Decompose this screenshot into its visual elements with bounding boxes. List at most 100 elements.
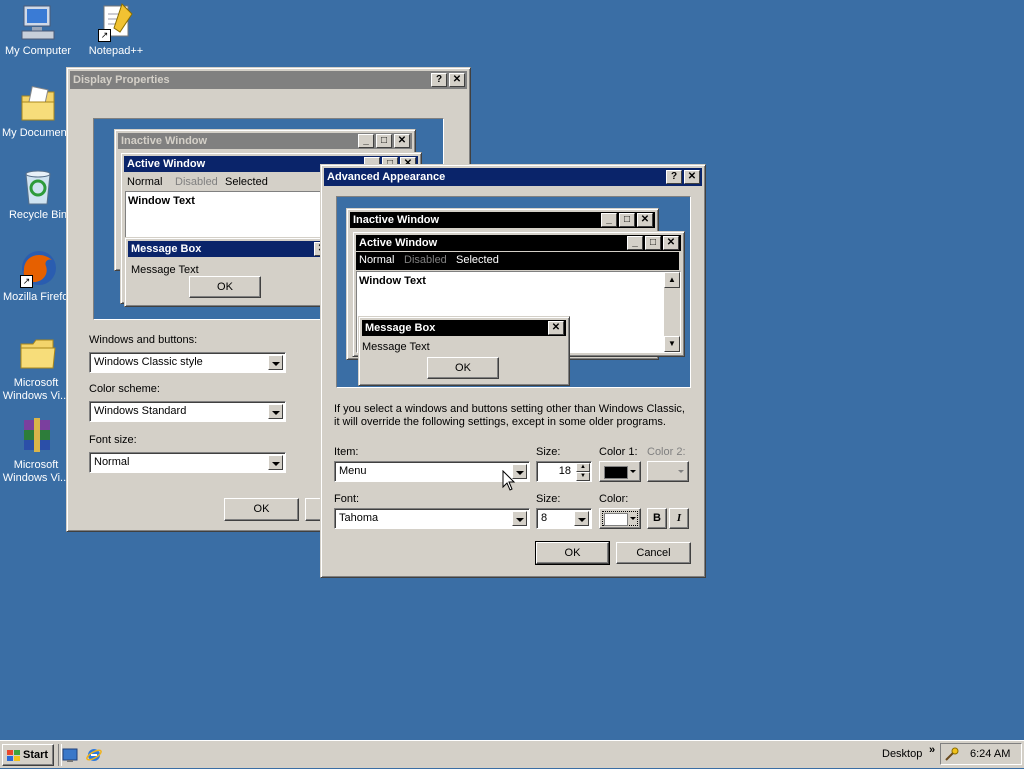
maximize-icon: □: [645, 236, 661, 250]
desktop-icon-my-documents[interactable]: My Documents: [0, 84, 76, 140]
close-icon: ✕: [548, 321, 564, 335]
preview-msgbox-text: Message Text: [362, 341, 430, 353]
notepad-icon: ↗: [96, 2, 136, 42]
preview-msgbox-titlebar: Message Box ✕: [128, 241, 332, 257]
preview-menu-normal: Normal: [127, 176, 163, 188]
chevron-down-icon[interactable]: [512, 511, 527, 526]
font-color-picker[interactable]: [599, 508, 641, 529]
close-button[interactable]: ✕: [684, 170, 700, 184]
item-label: Item:: [334, 446, 359, 458]
windows-buttons-label: Windows and buttons:: [89, 334, 198, 346]
preview-scrollbar: ▲ ▼: [664, 272, 680, 352]
desktop-icon-label: My Computer: [4, 45, 72, 57]
bold-button[interactable]: B: [647, 508, 667, 529]
clock: 6:24 AM: [970, 748, 1011, 760]
font-size-label: Size:: [536, 493, 561, 505]
minimize-icon: _: [358, 134, 374, 148]
item-value: Menu: [339, 465, 367, 477]
preview-active-title: Active Window: [127, 158, 206, 170]
shortcut-arrow-icon: ↗: [20, 275, 33, 288]
help-button[interactable]: ?: [666, 170, 682, 184]
preview-inactive-title: Inactive Window: [353, 214, 440, 226]
preview-msgbox-text: Message Text: [131, 264, 199, 276]
desktop-icon-winrar[interactable]: Microsoft Windows Vi...: [0, 416, 76, 485]
info-text-line1: If you select a windows and buttons sett…: [334, 403, 685, 415]
advanced-preview: Inactive Window _ □ ✕ Active Window _ □ ✕ No…: [336, 196, 691, 388]
color1-label: Color 1:: [599, 446, 638, 458]
item-size-spinner[interactable]: 18 ▲ ▼: [536, 461, 592, 482]
preview-window-text: Window Text: [128, 195, 195, 207]
preview-msgbox-title: Message Box: [365, 322, 436, 334]
font-size-select[interactable]: 8: [536, 508, 592, 529]
chevron-down-icon[interactable]: [268, 355, 283, 370]
start-button[interactable]: Start: [2, 744, 54, 766]
font-size-label: Font size:: [89, 434, 137, 446]
font-value: Tahoma: [339, 512, 379, 524]
spin-up-icon[interactable]: ▲: [576, 463, 590, 472]
chevron-down-icon: [678, 470, 684, 473]
desktop-icon-my-computer[interactable]: My Computer: [0, 2, 76, 58]
desktop-icon-label: Microsoft Windows Vi...: [2, 377, 70, 402]
font-select[interactable]: Tahoma: [334, 508, 530, 529]
advanced-ok-button[interactable]: OK: [535, 541, 610, 565]
color1-swatch: [604, 466, 628, 479]
color2-picker: [647, 461, 689, 482]
desktop-icon-label: Notepad++: [88, 45, 144, 57]
color-scheme-label: Color scheme:: [89, 383, 160, 395]
color-scheme-select[interactable]: Windows Standard: [89, 401, 286, 422]
windows-buttons-value: Windows Classic style: [94, 356, 203, 368]
desktop-icon-label: Microsoft Windows Vi...: [2, 459, 70, 484]
help-button[interactable]: ?: [431, 73, 447, 87]
internet-explorer-icon[interactable]: [86, 747, 102, 763]
item-size-label: Size:: [536, 446, 561, 458]
winrar-icon: [18, 416, 58, 456]
window-title: Display Properties: [73, 74, 170, 86]
firefox-icon: ↗: [18, 248, 58, 288]
desktop-icon-firefox[interactable]: ↗ Mozilla Firefox: [0, 248, 76, 304]
font-size-select[interactable]: Normal: [89, 452, 286, 473]
my-computer-icon: [18, 2, 58, 42]
spin-down-icon[interactable]: ▼: [576, 472, 590, 481]
preview-menu-selected: Selected: [456, 254, 499, 266]
spinner-arrows-icon[interactable]: ▲ ▼: [576, 463, 590, 481]
desktop-icon-folder[interactable]: Microsoft Windows Vi...: [0, 334, 76, 403]
desktop-icon-recycle-bin[interactable]: Recycle Bin: [0, 166, 76, 222]
font-size-value: Normal: [94, 456, 130, 468]
desktop-toolbar-label[interactable]: Desktop: [882, 748, 922, 760]
item-select[interactable]: Menu: [334, 461, 530, 482]
scroll-up-icon: ▲: [664, 272, 680, 288]
advanced-cancel-button[interactable]: Cancel: [616, 542, 691, 564]
close-button[interactable]: ✕: [449, 73, 465, 87]
advanced-appearance-window[interactable]: Advanced Appearance ? ✕ Inactive Window …: [320, 164, 706, 578]
advanced-appearance-titlebar[interactable]: Advanced Appearance ? ✕: [324, 168, 702, 186]
color1-picker[interactable]: [599, 461, 641, 482]
toolbar-chevron[interactable]: »: [929, 744, 935, 756]
item-size-value: 18: [558, 465, 571, 477]
chevron-down-icon[interactable]: [268, 404, 283, 419]
windows-buttons-select[interactable]: Windows Classic style: [89, 352, 286, 373]
display-ok-button[interactable]: OK: [224, 498, 299, 521]
italic-button[interactable]: I: [669, 508, 689, 529]
preview-inactive-titlebar: Inactive Window _ □ ✕: [118, 133, 412, 149]
display-properties-titlebar[interactable]: Display Properties ? ✕: [70, 71, 467, 89]
preview-menu-selected: Selected: [225, 176, 268, 188]
chevron-down-icon[interactable]: [268, 455, 283, 470]
preview-active-title: Active Window: [359, 237, 438, 249]
desktop-icon-label: My Documents: [2, 127, 76, 139]
font-label: Font:: [334, 493, 360, 505]
shortcut-arrow-icon: ↗: [98, 29, 111, 42]
chevron-down-icon: [630, 517, 636, 520]
preview-menu-disabled: Disabled: [175, 176, 218, 188]
taskbar: Start Desktop » 6:24 AM: [0, 740, 1024, 768]
chevron-down-icon[interactable]: [574, 511, 589, 526]
preview-msgbox-titlebar: Message Box ✕: [362, 320, 566, 336]
maximize-icon: □: [619, 213, 635, 227]
show-desktop-icon[interactable]: [62, 747, 78, 763]
desktop-icon-notepad[interactable]: ↗ Notepad++: [78, 2, 154, 58]
close-icon: ✕: [394, 134, 410, 148]
window-title: Advanced Appearance: [327, 171, 446, 183]
minimize-icon: _: [627, 236, 643, 250]
tray-tool-icon[interactable]: [944, 746, 960, 762]
scroll-down-icon: ▼: [664, 336, 680, 352]
desktop-icon-label: Mozilla Firefox: [3, 291, 67, 303]
